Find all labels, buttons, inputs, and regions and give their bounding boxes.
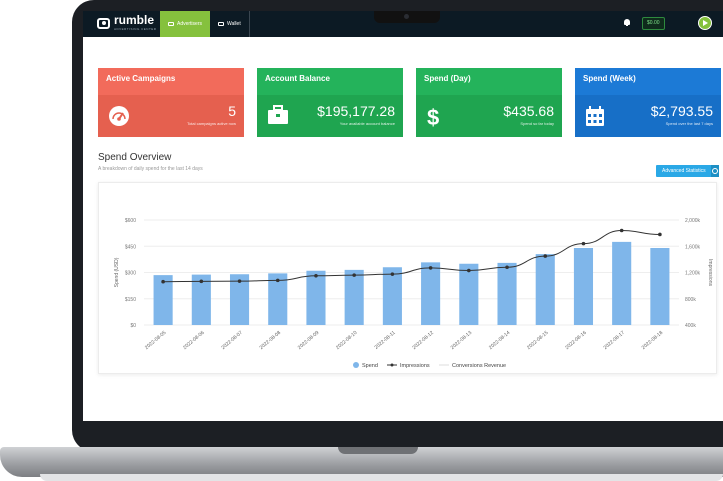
card-icon bbox=[168, 22, 174, 26]
spend-bar bbox=[497, 262, 517, 325]
impressions-point bbox=[275, 278, 280, 283]
advanced-statistics-button[interactable]: Advanced Statistics bbox=[656, 165, 719, 177]
card-subtitle: Your available account balance bbox=[339, 121, 395, 126]
tab-advertisers-label: Advertisers bbox=[176, 21, 202, 27]
svg-text:$: $ bbox=[427, 105, 439, 129]
profile-play-button[interactable] bbox=[698, 16, 712, 30]
x-tick-label: 2022-08-14 bbox=[488, 330, 512, 351]
x-tick-label: 2022-08-13 bbox=[450, 330, 474, 351]
x-tick-label: 2022-08-06 bbox=[182, 330, 206, 351]
impressions-point bbox=[581, 241, 586, 246]
legend-spend-swatch bbox=[353, 362, 359, 368]
spend-bar bbox=[459, 263, 479, 325]
impressions-point bbox=[352, 273, 356, 277]
x-tick-label: 2022-08-16 bbox=[564, 330, 588, 351]
card-account-balance[interactable]: Account Balance $195,177.28 Your availab… bbox=[257, 68, 403, 137]
impressions-point bbox=[237, 279, 242, 283]
tab-wallet[interactable]: Wallet bbox=[210, 11, 250, 37]
logo-subtitle: ADVERTISING CENTER bbox=[114, 27, 157, 31]
rumble-logo[interactable]: rumble ADVERTISING CENTER bbox=[97, 13, 157, 31]
rumble-logo-icon bbox=[97, 17, 110, 29]
spend-chart-panel: $0 $150 $300 $450 $600 400k 800k 1,200k 1,600k 2,… bbox=[98, 182, 717, 374]
y-axis-title: Spend (USD) bbox=[114, 257, 120, 287]
impressions-point bbox=[619, 228, 624, 233]
laptop-base-notch bbox=[338, 447, 418, 454]
y-tick-label: $450 bbox=[125, 244, 136, 250]
card-title: Account Balance bbox=[257, 68, 403, 95]
x-tick-label: 2022-08-11 bbox=[374, 330, 397, 351]
impressions-point bbox=[390, 272, 395, 276]
x-tick-label: 2022-08-17 bbox=[603, 330, 627, 351]
spend-bar bbox=[344, 269, 364, 325]
impressions-point bbox=[467, 268, 471, 273]
dollar-icon: $ bbox=[427, 105, 439, 129]
gauge-icon bbox=[109, 106, 129, 126]
y2-axis-title: Impressions bbox=[707, 259, 713, 286]
impressions-point bbox=[505, 265, 509, 270]
x-tick-label: 2022-08-08 bbox=[259, 330, 283, 351]
tab-wallet-label: Wallet bbox=[227, 21, 241, 27]
card-subtitle: Spend so far today bbox=[520, 121, 554, 126]
spend-bar bbox=[421, 262, 441, 325]
y-tick-label: $300 bbox=[125, 271, 136, 277]
briefcase-icon bbox=[268, 105, 288, 124]
card-spend-week[interactable]: Spend (Week) $2,793.55 Spend over the la… bbox=[575, 68, 721, 137]
laptop-shadow bbox=[40, 474, 723, 481]
x-tick-label: 2022-08-15 bbox=[526, 330, 550, 351]
legend-impressions-label: Impressions bbox=[400, 363, 430, 369]
bell-icon[interactable] bbox=[624, 19, 630, 26]
calendar-icon bbox=[586, 106, 604, 126]
card-active-campaigns[interactable]: Active Campaigns 5 Total campaigns activ… bbox=[98, 68, 244, 137]
y2-tick-label: 1,200k bbox=[685, 271, 701, 277]
impressions-point bbox=[314, 273, 318, 278]
impressions-point bbox=[161, 279, 165, 284]
card-value: $195,177.28 bbox=[317, 103, 395, 119]
section-title: Spend Overview bbox=[98, 152, 172, 163]
spend-bar bbox=[306, 270, 326, 325]
logo-text: rumble bbox=[114, 13, 155, 27]
legend-impressions-dot bbox=[390, 363, 394, 367]
y-tick-label: $0 bbox=[130, 323, 136, 329]
card-value: 5 bbox=[228, 103, 236, 119]
gear-icon bbox=[710, 165, 719, 177]
screen: rumble ADVERTISING CENTER Advertisers Wa… bbox=[83, 11, 723, 421]
y-tick-label: $150 bbox=[125, 297, 136, 303]
x-tick-label: 2022-08-10 bbox=[335, 330, 359, 351]
card-value: $435.68 bbox=[503, 103, 554, 119]
spend-bar bbox=[612, 241, 632, 325]
impressions-point bbox=[543, 254, 548, 258]
x-tick-label: 2022-08-09 bbox=[297, 330, 321, 351]
spend-bar bbox=[650, 248, 670, 325]
card-value: $2,793.55 bbox=[650, 103, 713, 119]
legend-conversions-label: Conversions Revenue bbox=[452, 363, 506, 369]
camera-notch bbox=[374, 11, 440, 23]
card-title: Spend (Week) bbox=[575, 68, 721, 95]
x-tick-label: 2022-08-12 bbox=[411, 330, 435, 351]
tab-advertisers[interactable]: Advertisers bbox=[160, 11, 210, 37]
section-subtitle: A breakdown of daily spend for the last … bbox=[98, 166, 203, 172]
spend-bar bbox=[573, 248, 594, 325]
y2-tick-label: 1,600k bbox=[685, 244, 701, 250]
y2-tick-label: 800k bbox=[685, 297, 696, 303]
impressions-point bbox=[428, 266, 433, 270]
card-subtitle: Total campaigns active now bbox=[187, 121, 236, 126]
y2-tick-label: 400k bbox=[685, 323, 696, 329]
advanced-statistics-label: Advanced Statistics bbox=[662, 168, 706, 174]
legend-spend-label: Spend bbox=[362, 363, 378, 369]
x-tick-label: 2022-08-05 bbox=[144, 330, 168, 351]
x-tick-label: 2022-08-07 bbox=[220, 330, 244, 351]
card-title: Spend (Day) bbox=[416, 68, 562, 95]
spend-bar bbox=[535, 254, 555, 325]
y2-tick-label: 2,000k bbox=[685, 218, 701, 224]
card-title: Active Campaigns bbox=[98, 68, 244, 95]
impressions-point bbox=[658, 232, 662, 237]
balance-badge[interactable]: $0.00 bbox=[642, 17, 665, 30]
card-subtitle: Spend over the last 7 days bbox=[665, 121, 713, 126]
y-tick-label: $600 bbox=[125, 218, 136, 224]
impressions-point bbox=[199, 279, 204, 284]
spend-chart: $0 $150 $300 $450 $600 400k 800k 1,200k 1,600k 2,… bbox=[114, 218, 713, 369]
card-spend-day[interactable]: Spend (Day) $ $435.68 Spend so far today bbox=[416, 68, 562, 137]
wallet-icon bbox=[218, 22, 224, 26]
x-tick-label: 2022-08-18 bbox=[641, 330, 665, 351]
